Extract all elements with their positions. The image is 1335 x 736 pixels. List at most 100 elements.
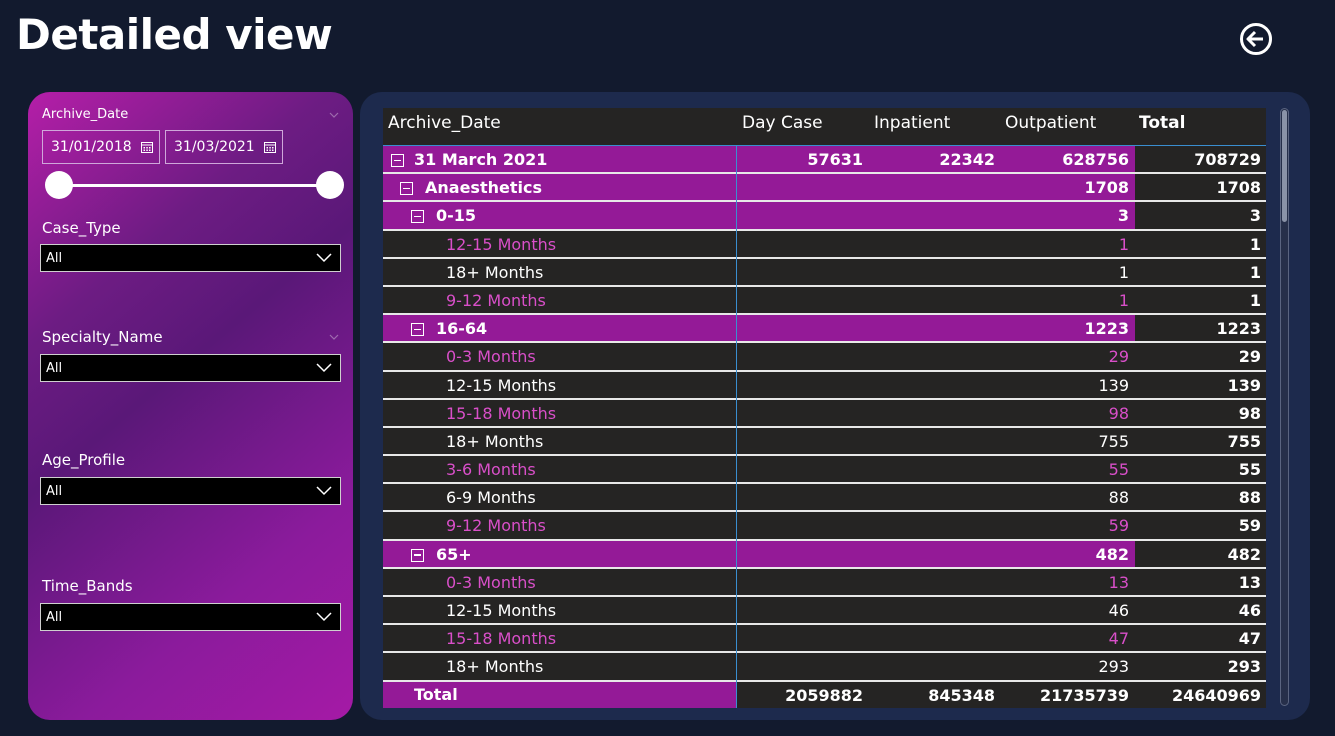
matrix-table: Archive_Date Day Case Inpatient Outpatie…: [383, 108, 1266, 708]
time-bands-label: Time_Bands: [42, 577, 133, 595]
cell-day-case: 57631: [807, 150, 863, 169]
chevron-down-icon: [316, 612, 332, 622]
table-body: 31 March 2021 57631 22342 628756 708729 Anaes…: [383, 146, 1266, 682]
chevron-down-icon: [316, 253, 332, 263]
table-group-row: 0-15 3 3: [383, 202, 1266, 231]
header-day-case[interactable]: Day Case: [742, 113, 823, 133]
collapse-icon[interactable]: [411, 323, 424, 337]
cell-total: 482: [1227, 544, 1261, 564]
table-row: 0-3 Months 13 13: [383, 568, 1266, 597]
row-label: 12-15 Months: [446, 375, 557, 395]
cell-total: 98: [1238, 403, 1261, 423]
row-label: 31 March 2021: [414, 150, 548, 169]
table-row: 18+ Months 1 1: [383, 258, 1266, 287]
cell-outpatient: 1: [1118, 262, 1129, 282]
case-type-label: Case_Type: [42, 219, 121, 237]
row-label: 12-15 Months: [446, 601, 557, 620]
row-label: 0-15: [436, 206, 477, 226]
cell-outpatient: 628756: [1062, 150, 1129, 169]
chevron-down-icon[interactable]: [329, 332, 339, 342]
cell-total: 1: [1249, 234, 1261, 254]
scrollbar-thumb[interactable]: [1282, 110, 1287, 222]
row-label: 16-64: [436, 319, 488, 339]
cell-total: 88: [1238, 488, 1261, 508]
cell-total: 13: [1238, 572, 1261, 592]
cell-total: 59: [1238, 516, 1261, 536]
date-range-slider-track[interactable]: [58, 184, 330, 187]
row-label: 12-15 Months: [446, 234, 557, 254]
cell-total: 293: [1227, 657, 1261, 677]
collapse-icon[interactable]: [391, 154, 404, 167]
age-profile-label: Age_Profile: [42, 451, 126, 469]
row-label: 9-12 Months: [446, 290, 546, 310]
table-header: Archive_Date Day Case Inpatient Outpatie…: [383, 108, 1266, 146]
specialty-name-dropdown[interactable]: All: [40, 354, 341, 382]
start-date-value: 31/01/2018: [51, 139, 132, 155]
cell-outpatient: 13: [1108, 572, 1129, 592]
row-label: 6-9 Months: [446, 488, 536, 508]
start-date-input[interactable]: 31/01/2018: [42, 130, 160, 164]
table-row: 6-9 Months 88 88: [383, 484, 1266, 513]
header-archive-date[interactable]: Archive_Date: [388, 113, 501, 133]
cell-total: 55: [1238, 460, 1261, 480]
calendar-icon[interactable]: [264, 141, 276, 153]
cell-outpatient: 139: [1098, 375, 1129, 395]
header-outpatient[interactable]: Outpatient: [1005, 113, 1096, 133]
case-type-dropdown[interactable]: All: [40, 244, 341, 272]
chevron-down-icon: [316, 486, 332, 496]
cell-total: 1: [1249, 290, 1261, 310]
row-label: 3-6 Months: [446, 460, 536, 480]
matrix-panel: Archive_Date Day Case Inpatient Outpatie…: [360, 92, 1310, 720]
row-label: 18+ Months: [446, 431, 544, 451]
table-row: 12-15 Months 139 139: [383, 371, 1266, 400]
age-profile-dropdown[interactable]: All: [40, 477, 341, 505]
calendar-icon[interactable]: [141, 141, 153, 153]
cell-outpatient: 1708: [1084, 178, 1129, 198]
cell-total: 46: [1238, 601, 1261, 620]
cell-outpatient: 55: [1108, 460, 1129, 480]
cell-total: 755: [1227, 431, 1261, 451]
chevron-down-icon[interactable]: [329, 110, 339, 120]
cell-outpatient: 46: [1108, 601, 1129, 620]
slider-end-handle[interactable]: [316, 171, 344, 199]
table-row: 0-3 Months 29 29: [383, 343, 1266, 372]
cell-total: 47: [1238, 629, 1261, 649]
cell-outpatient: 59: [1108, 516, 1129, 536]
row-label: 18+ Months: [446, 262, 544, 282]
cell-outpatient: 482: [1095, 544, 1129, 564]
collapse-icon[interactable]: [411, 210, 424, 224]
cell-total: 139: [1227, 375, 1261, 395]
table-group-row: Anaesthetics 1708 1708: [383, 174, 1266, 203]
time-bands-value: All: [46, 610, 63, 625]
cell-outpatient: 88: [1108, 488, 1129, 508]
end-date-value: 31/03/2021: [174, 139, 255, 155]
row-label: 0-3 Months: [446, 572, 536, 592]
table-row: 18+ Months 293 293: [383, 653, 1266, 682]
time-bands-dropdown[interactable]: All: [40, 603, 341, 631]
table-row: 12-15 Months 1 1: [383, 230, 1266, 259]
table-group-row: 31 March 2021 57631 22342 628756 708729: [383, 146, 1266, 175]
header-inpatient[interactable]: Inpatient: [874, 113, 950, 133]
specialty-name-label: Specialty_Name: [42, 328, 163, 346]
row-label: 9-12 Months: [446, 516, 546, 536]
column-divider: [736, 146, 737, 708]
row-label: 0-3 Months: [446, 347, 536, 367]
row-label: 65+: [436, 544, 472, 564]
table-group-row: 65+ 482 482: [383, 540, 1266, 569]
archive-date-label: Archive_Date: [42, 107, 129, 122]
cell-outpatient: 1223: [1084, 319, 1129, 339]
collapse-icon[interactable]: [411, 548, 424, 562]
back-arrow-icon[interactable]: [1238, 21, 1274, 57]
collapse-icon[interactable]: [400, 182, 413, 196]
age-profile-value: All: [46, 484, 63, 499]
cell-total: 29: [1238, 347, 1261, 367]
slider-start-handle[interactable]: [45, 171, 73, 199]
end-date-input[interactable]: 31/03/2021: [165, 130, 283, 164]
header-total[interactable]: Total: [1139, 113, 1185, 133]
cell-outpatient: 3: [1117, 206, 1129, 226]
row-label: Anaesthetics: [425, 178, 542, 198]
cell-outpatient: 98: [1108, 403, 1129, 423]
case-type-value: All: [46, 251, 63, 266]
page-title: Detailed view: [16, 10, 333, 59]
cell-outpatient: 29: [1108, 347, 1129, 367]
